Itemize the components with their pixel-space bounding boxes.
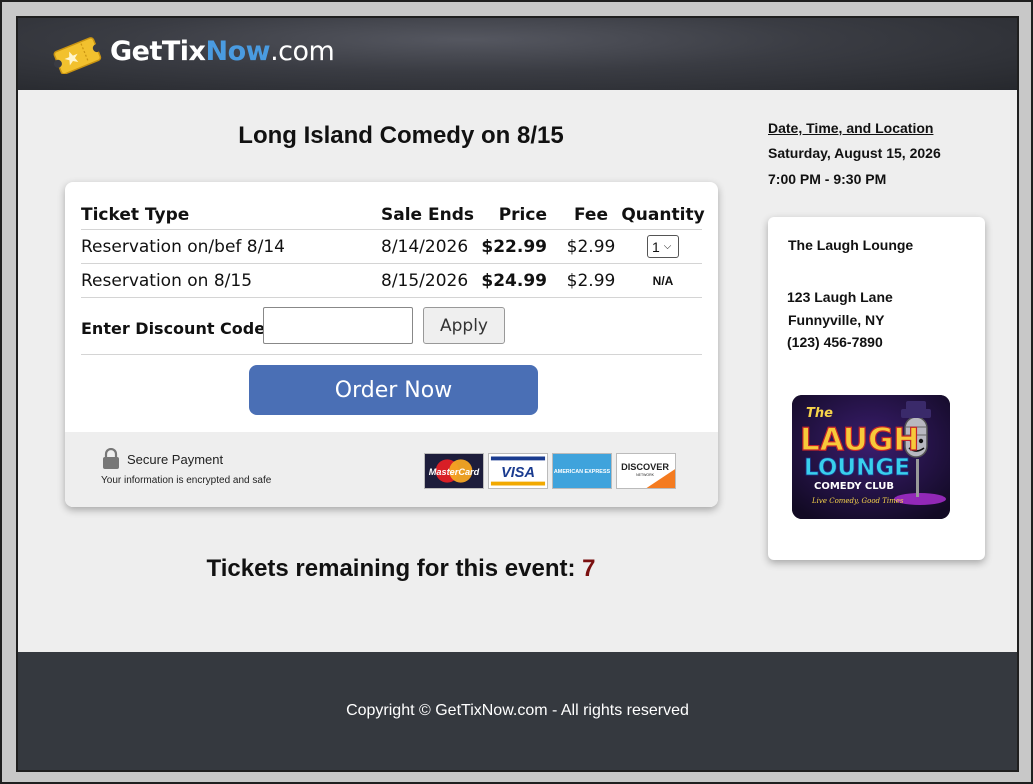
secure-payment-bar: Secure Payment Your information is encry…: [65, 432, 718, 507]
mastercard-label: MasterCard: [429, 467, 480, 477]
logo-tagline-text: Live Comedy, Good Times: [811, 497, 904, 505]
discount-label: Enter Discount Code:: [81, 318, 272, 338]
price: $24.99: [481, 270, 547, 291]
discount-section: Enter Discount Code: Apply: [81, 307, 702, 355]
venue-card: The Laugh Lounge 123 Laugh Lane Funnyvil…: [768, 217, 985, 560]
apply-button[interactable]: Apply: [423, 307, 505, 344]
discover-label: DISCOVER: [621, 462, 669, 472]
event-date: Saturday, August 15, 2026: [768, 145, 941, 161]
quantity-unavailable: N/A: [652, 273, 674, 288]
venue-city: Funnyville, NY: [788, 312, 885, 328]
logo-the-text: The: [806, 406, 833, 421]
logo-lounge-text: LOUNGE: [804, 455, 910, 481]
quantity-select[interactable]: 1 ⌵: [647, 235, 679, 258]
secure-payment-title: Secure Payment: [127, 452, 224, 467]
header-fee: Fee: [574, 204, 608, 225]
header-sale-ends: Sale Ends: [381, 204, 474, 225]
fee: $2.99: [566, 236, 616, 257]
quantity-cell: N/A: [624, 264, 702, 297]
tickets-remaining: Tickets remaining for this event: 7: [18, 555, 784, 583]
table-row: Reservation on 8/15 8/15/2026 $24.99 $2.…: [81, 264, 702, 298]
amex-icon: AMERICAN EXPRESS: [552, 453, 612, 489]
venue-street: 123 Laugh Lane: [787, 289, 893, 305]
price: $22.99: [481, 236, 547, 257]
ticket-table: Ticket Type Sale Ends Price Fee Quantity…: [81, 200, 705, 298]
table-header-row: Ticket Type Sale Ends Price Fee Quantity: [81, 200, 705, 230]
site-footer: Copyright © GetTixNow.com - All rights r…: [18, 652, 1017, 770]
ticket-type: Reservation on/bef 8/14: [81, 236, 285, 257]
tickets-remaining-label: Tickets remaining for this event:: [206, 555, 576, 582]
sale-ends: 8/14/2026: [381, 236, 469, 257]
header-price: Price: [498, 204, 547, 225]
quantity-cell: 1 ⌵: [624, 230, 702, 263]
event-time: 7:00 PM - 9:30 PM: [768, 171, 887, 187]
page-content: GetTixNow.com Long Island Comedy on 8/15…: [16, 16, 1019, 772]
table-row: Reservation on/bef 8/14 8/14/2026 $22.99…: [81, 230, 702, 264]
site-brand[interactable]: GetTixNow.com: [110, 36, 335, 67]
venue-phone: (123) 456-7890: [787, 334, 883, 350]
brand-part-gettix: GetTix: [110, 36, 206, 67]
ticket-logo-icon[interactable]: [52, 36, 102, 74]
brand-part-domain: .com: [270, 36, 335, 67]
quantity-value: 1: [652, 238, 660, 255]
discover-icon: DISCOVER NETWORK: [616, 453, 676, 489]
brand-part-now: Now: [205, 36, 271, 67]
ticket-card: Ticket Type Sale Ends Price Fee Quantity…: [65, 182, 718, 507]
order-now-button[interactable]: Order Now: [249, 365, 538, 415]
visa-icon: VISA: [488, 453, 548, 489]
chevron-down-icon: ⌵: [663, 241, 672, 252]
event-title: Long Island Comedy on 8/15: [238, 122, 564, 149]
mastercard-icon: MasterCard: [424, 453, 484, 489]
visa-label: VISA: [501, 465, 535, 481]
logo-laugh-text: LAUGH: [800, 422, 919, 458]
venue-logo[interactable]: The LAUGH LOUNGE COMEDY CLUB Live Comedy…: [792, 395, 950, 519]
fee: $2.99: [566, 270, 616, 291]
header-ticket-type: Ticket Type: [81, 204, 190, 225]
copyright-text: Copyright © GetTixNow.com - All rights r…: [346, 702, 689, 719]
page-frame: GetTixNow.com Long Island Comedy on 8/15…: [0, 0, 1033, 784]
amex-label: AMERICAN EXPRESS: [554, 469, 611, 475]
lock-icon: [103, 448, 119, 469]
venue-name: The Laugh Lounge: [788, 237, 914, 253]
site-header: GetTixNow.com: [18, 18, 1017, 90]
logo-comedy-club-text: COMEDY CLUB: [814, 481, 894, 492]
ticket-type: Reservation on 8/15: [81, 270, 253, 291]
date-time-location-heading: Date, Time, and Location: [768, 120, 934, 136]
sale-ends: 8/15/2026: [381, 270, 469, 291]
discount-code-input[interactable]: [263, 307, 413, 344]
tickets-remaining-count: 7: [582, 555, 596, 582]
header-quantity: Quantity: [621, 204, 705, 225]
secure-payment-subtitle: Your information is encrypted and safe: [101, 475, 272, 486]
discover-network-label: NETWORK: [636, 473, 654, 477]
